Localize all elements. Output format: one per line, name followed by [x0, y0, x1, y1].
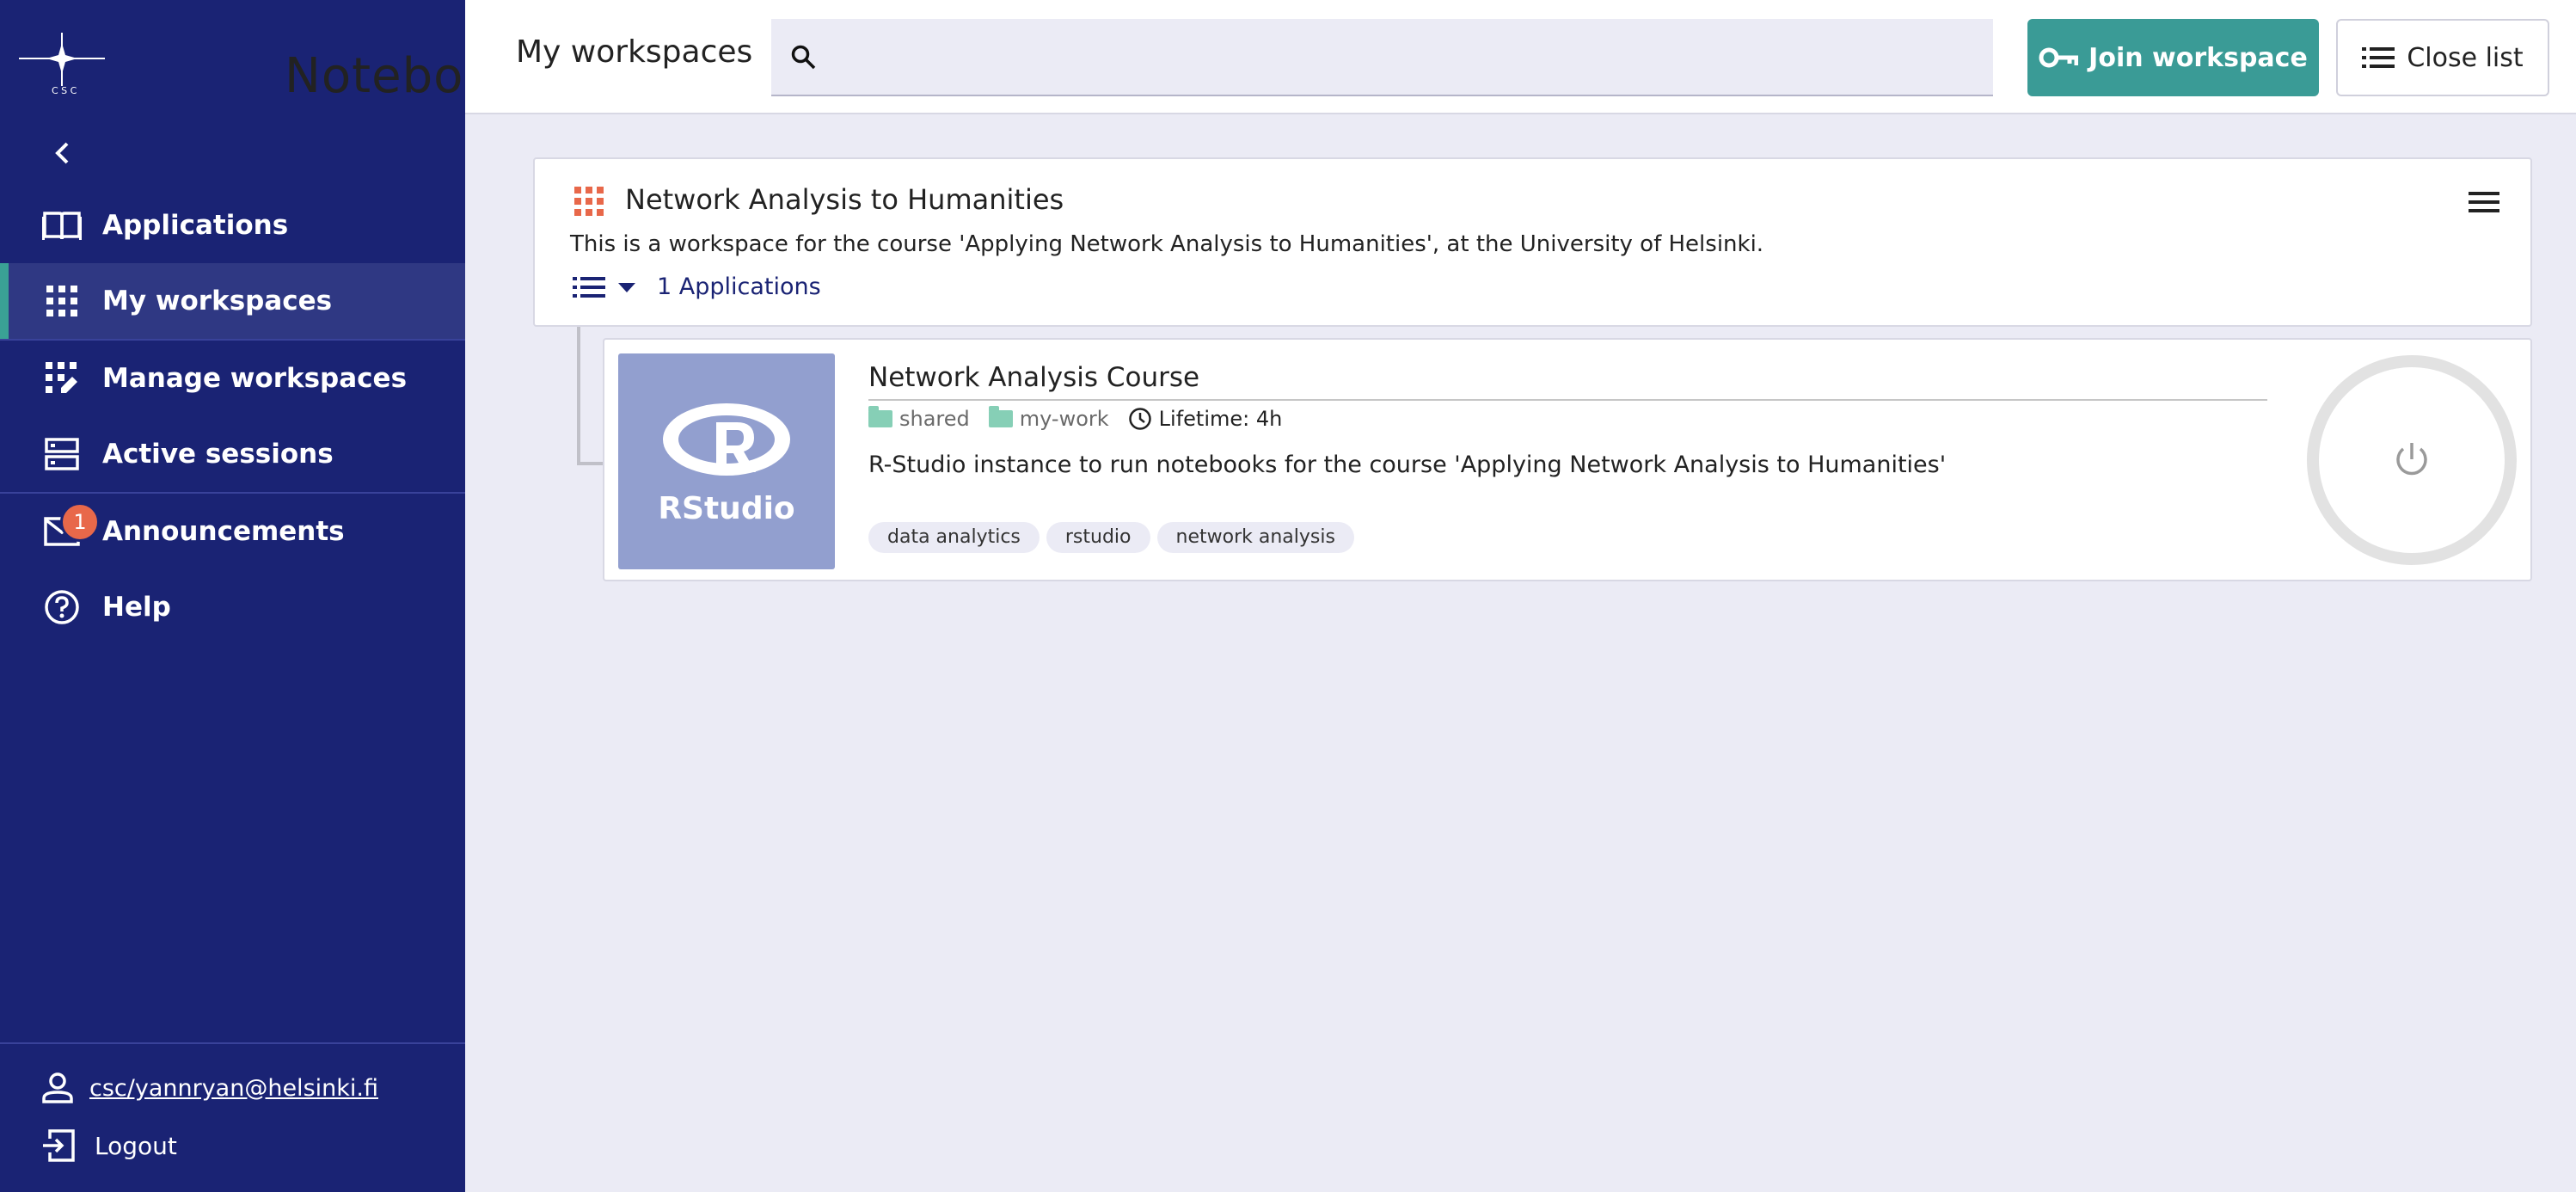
collapse-sidebar-button[interactable]	[45, 136, 79, 170]
sidebar: C S C Notebooks Applications My workspac…	[0, 0, 548, 1192]
application-description: R-Studio instance to run notebooks for t…	[868, 452, 1947, 478]
tag[interactable]: rstudio	[1046, 522, 1150, 553]
folder-icon	[868, 406, 892, 427]
manage-grid-icon	[41, 358, 83, 399]
sidebar-item-label: Announcements	[102, 516, 345, 547]
sidebar-item-label: Help	[102, 592, 171, 623]
start-session-button[interactable]	[2307, 355, 2517, 565]
close-list-label: Close list	[2407, 42, 2524, 73]
search-icon	[791, 45, 816, 70]
tag[interactable]: network analysis	[1156, 522, 1354, 553]
join-workspace-button[interactable]: Join workspace	[2027, 19, 2319, 96]
sidebar-item-help[interactable]: Help	[0, 569, 465, 645]
applications-count: 1 Applications	[657, 273, 821, 300]
key-icon	[2039, 47, 2079, 68]
search-input[interactable]	[831, 22, 1993, 91]
notification-badge: 1	[60, 502, 100, 542]
meta-lifetime: Lifetime: 4h	[1128, 407, 1283, 431]
sidebar-item-label: Active sessions	[102, 439, 334, 470]
sidebar-item-active-sessions[interactable]: Active sessions	[0, 416, 465, 492]
user-icon	[42, 1072, 73, 1103]
search-bar[interactable]	[771, 19, 1993, 96]
application-meta: shared my-work Lifetime: 4h	[868, 402, 1301, 436]
workspace-card: Network Analysis to Humanities This is a…	[533, 157, 2532, 327]
sidebar-item-my-workspaces[interactable]: My workspaces	[0, 263, 465, 339]
logout-icon	[43, 1129, 75, 1162]
page-title: My workspaces	[516, 34, 753, 70]
sidebar-item-label: Manage workspaces	[102, 363, 408, 394]
grid-icon	[41, 280, 83, 322]
list-icon	[573, 276, 605, 298]
sidebar-item-applications[interactable]: Applications	[0, 187, 465, 263]
sidebar-item-label: Applications	[102, 210, 289, 241]
tree-connector	[577, 327, 603, 465]
lifetime-label: Lifetime: 4h	[1158, 407, 1283, 431]
brand[interactable]: C S C Notebooks	[19, 26, 548, 104]
list-icon	[2362, 47, 2395, 68]
divider	[868, 399, 2267, 401]
meta-my-work: my-work	[988, 406, 1109, 431]
book-icon	[41, 205, 83, 246]
hamburger-menu-icon	[2469, 192, 2499, 212]
sidebar-footer: csc/yannryan@helsinki.fi Logout	[0, 1042, 465, 1162]
tag-list: data analytics rstudio network analysis	[868, 522, 1361, 553]
application-thumbnail-label: RStudio	[658, 491, 795, 526]
application-name: Network Analysis Course	[868, 362, 1200, 393]
csc-logo-icon: C S C	[19, 26, 108, 96]
workspace-grid-icon	[574, 187, 604, 219]
close-list-button[interactable]: Close list	[2336, 19, 2549, 96]
server-icon	[41, 433, 83, 475]
top-header: My workspaces Join workspace Close list	[465, 0, 2576, 114]
meta-label: my-work	[1019, 407, 1109, 431]
sidebar-nav: Applications My workspaces Manage worksp…	[0, 187, 465, 645]
workspace-menu-button[interactable]	[2465, 185, 2503, 219]
workspace-title: Network Analysis to Humanities	[625, 183, 1064, 216]
applications-toggle[interactable]: 1 Applications	[573, 273, 821, 300]
join-workspace-label: Join workspace	[2088, 42, 2308, 73]
r-logo-icon	[663, 403, 790, 476]
chevron-left-icon	[55, 142, 69, 164]
sidebar-item-label: My workspaces	[102, 286, 333, 316]
workspace-description: This is a workspace for the course 'Appl…	[570, 231, 1764, 257]
meta-shared: shared	[868, 406, 970, 431]
clock-icon	[1128, 408, 1151, 430]
svg-text:C S C: C S C	[52, 85, 77, 95]
user-account-link[interactable]: csc/yannryan@helsinki.fi	[89, 1075, 378, 1102]
sidebar-item-manage-workspaces[interactable]: Manage workspaces	[0, 341, 465, 416]
user-row: csc/yannryan@helsinki.fi	[41, 1072, 378, 1104]
folder-icon	[988, 406, 1013, 427]
application-card: RStudio Network Analysis Course shared m…	[603, 338, 2532, 581]
meta-label: shared	[899, 407, 970, 431]
power-icon	[2396, 443, 2427, 476]
application-thumbnail: RStudio	[618, 353, 835, 569]
tag[interactable]: data analytics	[868, 522, 1040, 553]
help-icon	[41, 587, 83, 628]
caret-down-icon	[618, 282, 635, 292]
sidebar-item-announcements[interactable]: 1 Announcements	[0, 494, 465, 569]
logout-label: Logout	[95, 1131, 177, 1160]
logout-button[interactable]: Logout	[41, 1128, 177, 1163]
